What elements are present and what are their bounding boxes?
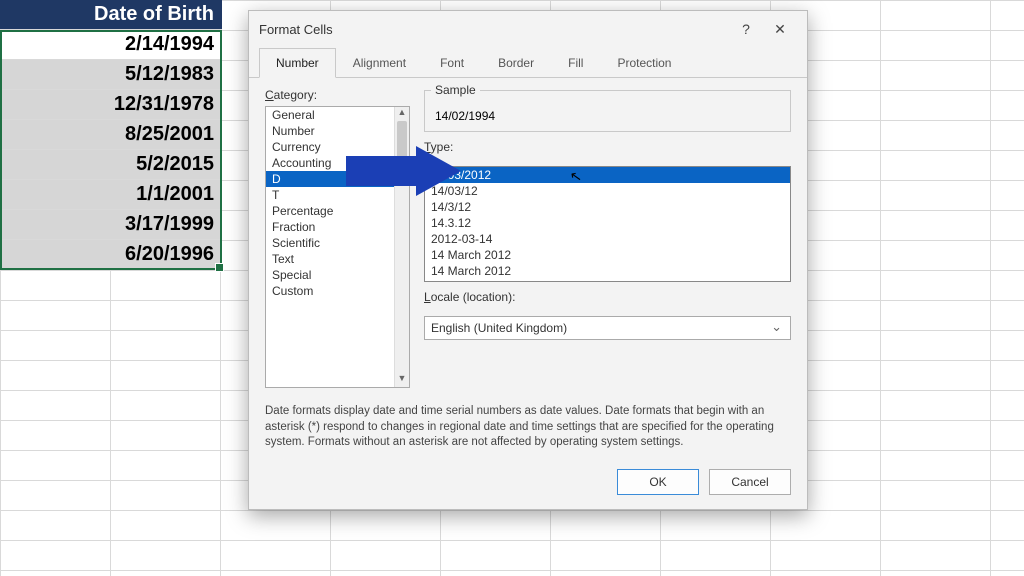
close-button[interactable]: ✕: [763, 21, 797, 38]
data-cell[interactable]: 6/20/1996: [0, 240, 222, 270]
cancel-button[interactable]: Cancel: [709, 469, 791, 495]
type-item[interactable]: 14/3/12: [425, 199, 790, 215]
tab-alignment[interactable]: Alignment: [336, 48, 423, 78]
data-cell[interactable]: 1/1/2001: [0, 180, 222, 210]
number-tab-body: Category: General Number Currency Accoun…: [249, 78, 807, 394]
tab-border[interactable]: Border: [481, 48, 551, 78]
locale-combobox[interactable]: English (United Kingdom): [424, 316, 791, 340]
tab-number[interactable]: Number: [259, 48, 336, 78]
data-cell[interactable]: 5/12/1983: [0, 60, 222, 90]
sample-box: Sample 14/02/1994: [424, 90, 791, 132]
category-item-date[interactable]: D: [266, 171, 409, 187]
category-item-accounting[interactable]: Accounting: [266, 155, 409, 171]
locale-label: Locale (location):: [424, 290, 791, 304]
type-scrollbar[interactable]: ▲ ▼: [425, 279, 790, 282]
sample-label: Sample: [431, 83, 480, 97]
type-item[interactable]: 14.3.12: [425, 215, 790, 231]
dialog-buttons: OK Cancel: [249, 461, 807, 509]
type-item[interactable]: 14 March 2012: [425, 263, 790, 279]
sample-value: 14/02/1994: [435, 109, 495, 123]
category-item-scientific[interactable]: Scientific: [266, 235, 409, 251]
data-cell[interactable]: 8/25/2001: [0, 120, 222, 150]
dialog-title: Format Cells: [259, 22, 333, 37]
dialog-titlebar[interactable]: Format Cells ? ✕: [249, 11, 807, 47]
category-item-percentage[interactable]: Percentage: [266, 203, 409, 219]
type-item[interactable]: 2012-03-14: [425, 231, 790, 247]
category-column: Category: General Number Currency Accoun…: [265, 88, 410, 388]
type-item[interactable]: 14/03/12: [425, 183, 790, 199]
scroll-thumb[interactable]: [397, 121, 407, 161]
format-cells-dialog: Format Cells ? ✕ Number Alignment Font B…: [248, 10, 808, 510]
tab-font[interactable]: Font: [423, 48, 481, 78]
category-item-fraction[interactable]: Fraction: [266, 219, 409, 235]
scroll-up-icon[interactable]: ▲: [395, 107, 409, 121]
help-button[interactable]: ?: [729, 21, 763, 37]
right-column: Sample 14/02/1994 Type: 14/03/2012 14/03…: [424, 88, 791, 388]
data-cell[interactable]: 12/31/1978: [0, 90, 222, 120]
scroll-up-icon[interactable]: ▲: [425, 279, 790, 282]
format-description: Date formats display date and time seria…: [249, 394, 807, 461]
data-cell[interactable]: 3/17/1999: [0, 210, 222, 240]
type-label: Type:: [424, 140, 791, 154]
category-scrollbar[interactable]: ▲ ▼: [394, 107, 409, 387]
category-item-custom[interactable]: Custom: [266, 283, 409, 299]
data-cell[interactable]: 2/14/1994: [0, 30, 222, 60]
data-cell[interactable]: 5/2/2015: [0, 150, 222, 180]
type-item[interactable]: 14/03/2012: [425, 167, 790, 183]
category-listbox[interactable]: General Number Currency Accounting D T P…: [265, 106, 410, 388]
type-item[interactable]: 14 March 2012: [425, 247, 790, 263]
tab-fill[interactable]: Fill: [551, 48, 600, 78]
category-item-number[interactable]: Number: [266, 123, 409, 139]
category-item-currency[interactable]: Currency: [266, 139, 409, 155]
category-item-special[interactable]: Special: [266, 267, 409, 283]
tab-protection[interactable]: Protection: [600, 48, 688, 78]
category-item-time[interactable]: T: [266, 187, 409, 203]
category-item-text[interactable]: Text: [266, 251, 409, 267]
scroll-down-icon[interactable]: ▼: [395, 373, 409, 387]
category-label: Category:: [265, 88, 410, 102]
dialog-tabs: Number Alignment Font Border Fill Protec…: [249, 47, 807, 78]
data-column: Date of Birth 2/14/1994 5/12/1983 12/31/…: [0, 0, 222, 270]
category-item-general[interactable]: General: [266, 107, 409, 123]
type-listbox[interactable]: 14/03/2012 14/03/12 14/3/12 14.3.12 2012…: [424, 166, 791, 282]
locale-value: English (United Kingdom): [431, 321, 567, 335]
ok-button[interactable]: OK: [617, 469, 699, 495]
column-header[interactable]: Date of Birth: [0, 0, 222, 30]
